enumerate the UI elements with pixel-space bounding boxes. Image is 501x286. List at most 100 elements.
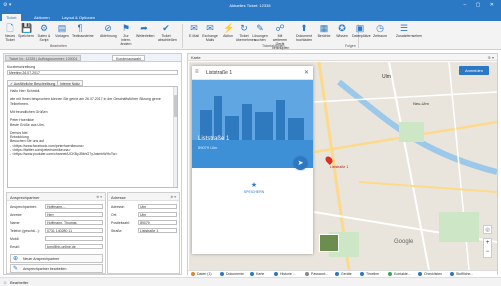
description-editor[interactable]: Hallo Herr Schmidt, wie mit Ihnen bespro… <box>7 86 178 188</box>
email-icon: ✉ <box>190 23 198 33</box>
pin-icon[interactable]: ⊕ ▾ <box>488 55 494 60</box>
address-field-value[interactable]: 89079 <box>138 220 177 225</box>
menu-icon[interactable]: ≡ <box>195 69 199 75</box>
internal-icon: ⚑ <box>121 23 131 33</box>
ribbon-button-label: Weiterleiten <box>136 34 155 38</box>
new-contact-label: Neuer Ansprechpartner <box>23 257 60 261</box>
contact-field-value[interactable] <box>45 236 103 241</box>
ribbon-separator <box>182 24 183 48</box>
save-button[interactable]: 💾 Speichern <box>18 23 34 38</box>
contact-field-value[interactable]: tom@hb-online.de <box>45 244 103 249</box>
save-place-button[interactable]: ★ SPEICHERN <box>236 182 272 194</box>
editor-line: wie mit Ihnen besprochen können Sie gern… <box>10 97 161 102</box>
scrollbar-thumb[interactable] <box>174 95 177 117</box>
knowledge-icon: ✪ <box>338 23 346 33</box>
new-ticket-button[interactable]: 🗋 Neues Ticket <box>2 23 18 42</box>
contact-field-value[interactable]: Hoffmann, Thomas <box>45 220 103 225</box>
contact-field-label: Ansprechpartner: <box>10 205 37 209</box>
upload-button[interactable]: ⬆ Dokument hochladen <box>296 23 312 42</box>
link-device-icon: ☍ <box>275 23 285 33</box>
tab-ticket[interactable]: Ticket <box>2 14 21 21</box>
reports-button[interactable]: ▦ Berichte <box>316 23 332 38</box>
ribbon-button-label: Neues Ticket <box>4 34 16 42</box>
pin-icon[interactable]: ⊕ ▾ <box>170 195 176 199</box>
data-button[interactable]: ▣ Datenplätze <box>352 23 371 38</box>
editor-scrollbar[interactable] <box>173 87 177 187</box>
zoom-controls[interactable]: + − <box>483 238 492 258</box>
address-field-label: Adresse: <box>111 205 125 209</box>
quick-access-icon[interactable]: ⚙ ▾ <box>3 2 11 8</box>
address-field-value[interactable]: Ulm <box>138 204 177 209</box>
close-icon[interactable]: ✕ <box>304 69 309 76</box>
reject-button[interactable]: ⊘ Ablehnung <box>100 23 117 38</box>
close-ticket-button[interactable]: ✔ Ticket abschließen <box>158 23 177 42</box>
address-field-value[interactable]: Liststraße 1 <box>138 228 177 233</box>
solutions-button[interactable]: ✎ Lösungen suchen <box>252 23 268 42</box>
group-label-folgen: Folgen <box>345 44 356 48</box>
window-controls[interactable]: – ▢ ✕ <box>464 2 498 8</box>
address-field-value[interactable]: Ulm <box>138 212 177 217</box>
knowledge-button[interactable]: ✪ Wissen <box>334 23 350 38</box>
map-bottom-tab-label: Karte <box>256 272 265 276</box>
map-pane-title: Karte <box>191 55 201 60</box>
status-label: Bearbeiter <box>10 280 29 285</box>
place-card: ≡ Liststraße 1 ✕ Liststraße 1 89079 Ulm … <box>192 66 313 254</box>
contact-field-label: Anrede: <box>10 213 23 217</box>
ticket-header-tabs: Ticket Nr.: 12335 | Auftragsnummer: 1000… <box>4 54 181 62</box>
contact-field-value[interactable]: Hoffmann,... <box>45 204 103 209</box>
contact-field-value[interactable]: Herr <box>45 212 103 217</box>
script-button[interactable]: ⚙ Daten & Script <box>36 23 52 42</box>
pin-icon[interactable]: ⊕ ▾ <box>96 195 102 199</box>
period-button[interactable]: ◷ Zeitraum <box>372 23 388 38</box>
map-pane-header: Karte ⊕ ▾ <box>188 54 497 61</box>
link-device-button[interactable]: ☍ Mit weiterem Gerät verknüpfen <box>272 23 289 50</box>
ribbon-button-label: Vorlagen <box>55 34 69 38</box>
script-icon: ⚙ <box>39 23 49 33</box>
upload-icon: ⬆ <box>300 23 308 33</box>
directions-icon[interactable]: ➤ <box>294 157 307 170</box>
data-icon: ▣ <box>355 23 365 33</box>
ribbon-button-label: Ticket abschließen <box>158 34 177 42</box>
map-bottom-tabs: Daten (1) Dokumente Karte Historie ... Passw… <box>188 270 497 276</box>
ribbon: Bearbeiten Ticketaktionen Folgen 🗋 Neues … <box>0 21 501 50</box>
templates-button[interactable]: ▤ Vorlagen <box>54 23 70 38</box>
extra-button[interactable]: ☰ Zusatzfernsehen <box>396 23 422 38</box>
forward-icon: ➦ <box>140 23 148 33</box>
tab-layout[interactable]: Layout & Optionen <box>58 14 99 21</box>
short-description-field[interactable]: Meeting 26.07.2017 <box>7 70 178 75</box>
reports-icon: ▦ <box>319 23 329 33</box>
tab-icon <box>418 272 422 276</box>
text-blocks-button[interactable]: ¶ Textbausteine <box>72 23 94 38</box>
map-view[interactable]: ≡ Liststraße 1 ✕ Liststraße 1 89079 Ulm … <box>189 62 497 270</box>
ribbon-tabs: Ticket Aktionen Layout & Optionen <box>0 12 501 21</box>
map-search-box[interactable]: ≡ Liststraße 1 ✕ <box>192 66 313 80</box>
map-bottom-tab-label: Historie ... <box>280 272 296 276</box>
tab-ticket-number[interactable]: Ticket Nr.: 12335 | Auftragsnummer: 1000… <box>5 55 82 61</box>
tab-customer-selection[interactable]: Kundenauswahl <box>112 55 145 61</box>
tab-icon <box>360 272 364 276</box>
new-ticket-icon: 🗋 <box>6 23 14 33</box>
contact-field-value[interactable]: 0731 140280 11 <box>45 228 103 233</box>
location-icon[interactable]: ◎ <box>483 225 492 234</box>
contact-field-label: Mobil: <box>10 237 20 241</box>
user-icon: ☺ <box>3 280 8 285</box>
contact-panel: Ansprechpartner ⊕ ▾ Ansprechpartner: Hoff… <box>6 192 106 274</box>
google-logo: Google <box>394 239 414 245</box>
take-over-button[interactable]: ↻ Ticket übernehmen <box>236 23 256 42</box>
contact-field-label: Email: <box>10 245 20 249</box>
exchange-button[interactable]: ✉ Exchange Mails <box>202 23 218 42</box>
forward-button[interactable]: ➦ Weiterleiten <box>136 23 155 38</box>
extra-icon: ☰ <box>399 23 409 33</box>
edit-contact-button[interactable]: ✎ Ansprechpartner bearbeiten <box>10 264 103 273</box>
tab-aktionen[interactable]: Aktionen <box>30 14 54 21</box>
new-contact-button[interactable]: ⊕ Neuer Ansprechpartner <box>10 254 103 263</box>
sign-in-button[interactable]: Anmelden <box>459 66 489 75</box>
ribbon-button-label: Speichern <box>18 34 34 38</box>
map-label-pin: Liststraße 1 <box>330 165 349 169</box>
email-button[interactable]: ✉ E-Mail <box>186 23 202 38</box>
tab-icon <box>274 272 278 276</box>
satellite-toggle[interactable] <box>319 234 339 252</box>
action-button[interactable]: ⚡ Aktion <box>220 23 236 38</box>
tab-icon <box>388 272 392 276</box>
internal-button[interactable]: ⚑ Zur Intern. ändern <box>118 23 134 46</box>
